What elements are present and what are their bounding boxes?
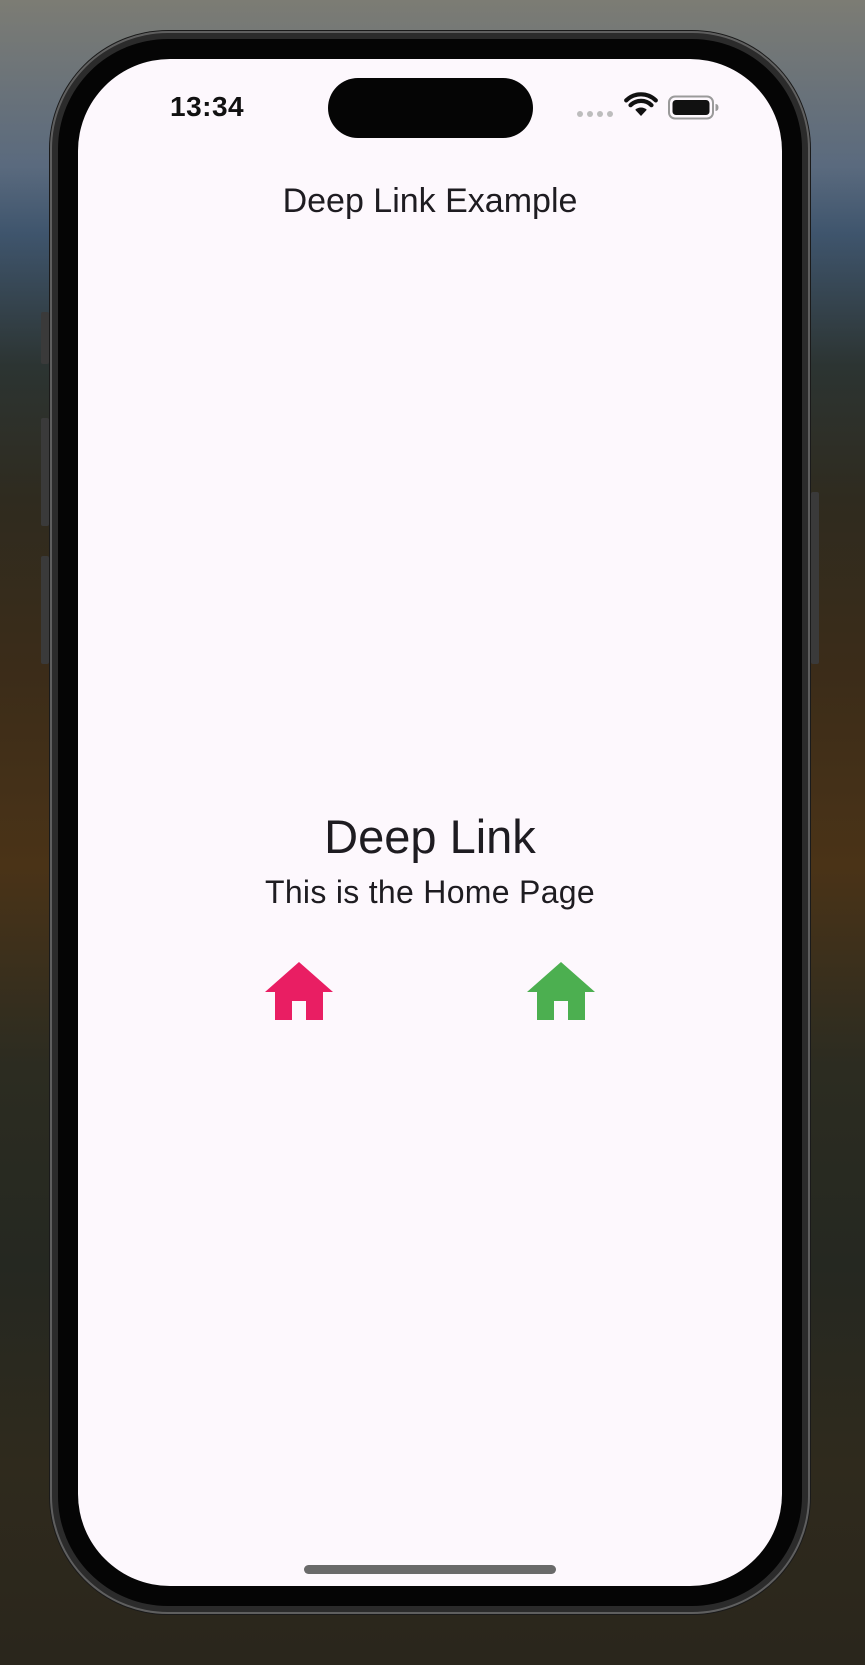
home-icon [265, 962, 333, 1020]
status-time: 13:34 [170, 91, 245, 122]
action-button[interactable] [41, 312, 49, 364]
green-home-button[interactable] [526, 959, 596, 1021]
app-bar-title: Deep Link Example [282, 182, 578, 220]
volume-down-button[interactable] [41, 556, 49, 664]
cellular-signal-icon [577, 111, 613, 117]
phone-screen: 13:34 Deep Link Example Deep Link This i… [78, 59, 782, 1586]
power-button[interactable] [811, 492, 819, 664]
page-subheading: This is the Home Page [264, 874, 595, 910]
pink-home-shape [265, 962, 333, 1020]
page-heading: Deep Link [324, 810, 536, 863]
green-home-shape [527, 962, 595, 1020]
volume-up-button[interactable] [41, 418, 49, 526]
pink-home-button[interactable] [264, 959, 334, 1021]
dynamic-island [328, 78, 533, 138]
wifi-icon [624, 92, 658, 116]
home-indicator[interactable] [304, 1565, 556, 1574]
home-icon [527, 962, 595, 1020]
battery-icon [668, 95, 719, 120]
